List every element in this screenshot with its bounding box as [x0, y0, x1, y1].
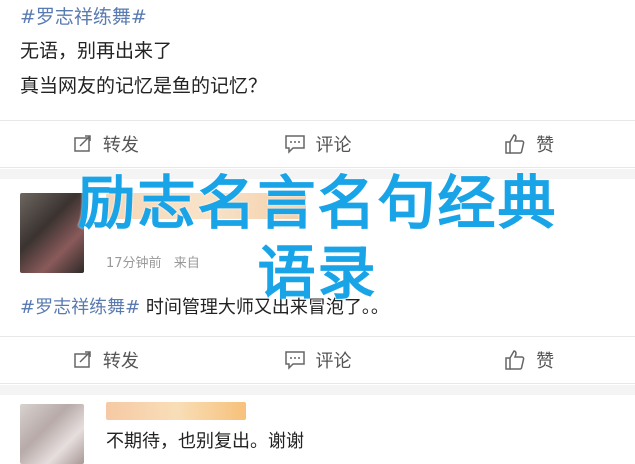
post-1-action-bar: 转发 评论 赞 — [0, 120, 635, 168]
comment-button[interactable]: 评论 — [212, 131, 424, 157]
comment-icon — [284, 351, 305, 370]
post-1-hashtag[interactable]: #罗志祥练舞# — [20, 2, 147, 33]
like-button[interactable]: 赞 — [423, 347, 635, 373]
thumbs-up-icon — [505, 350, 525, 370]
divider — [0, 385, 635, 395]
repost-icon — [74, 135, 91, 152]
repost-label: 转发 — [102, 135, 139, 156]
post-1-line-1: 无语，别再出来了 — [20, 40, 173, 62]
overlay-title-line-2: 语录 — [257, 239, 378, 307]
like-label: 赞 — [536, 351, 555, 372]
like-button[interactable]: 赞 — [423, 131, 635, 157]
comment-label: 评论 — [315, 351, 352, 372]
avatar[interactable] — [20, 404, 84, 464]
repost-button[interactable]: 转发 — [0, 131, 212, 157]
username-blurred[interactable] — [106, 402, 246, 420]
repost-button[interactable]: 转发 — [0, 347, 212, 373]
repost-icon — [74, 351, 91, 368]
post-3-text: 不期待，也别复出。谢谢 — [106, 431, 304, 452]
comment-icon — [284, 135, 305, 154]
overlay-title-line-1: 励志名言名句经典 — [77, 169, 558, 237]
comment-label: 评论 — [315, 135, 352, 156]
thumbs-up-icon — [505, 134, 525, 154]
post-1-line-2: 真当网友的记忆是鱼的记忆？ — [20, 75, 268, 97]
like-label: 赞 — [536, 135, 555, 156]
repost-label: 转发 — [102, 351, 139, 372]
comment-button[interactable]: 评论 — [212, 347, 424, 373]
post-2-action-bar: 转发 评论 赞 — [0, 336, 635, 384]
